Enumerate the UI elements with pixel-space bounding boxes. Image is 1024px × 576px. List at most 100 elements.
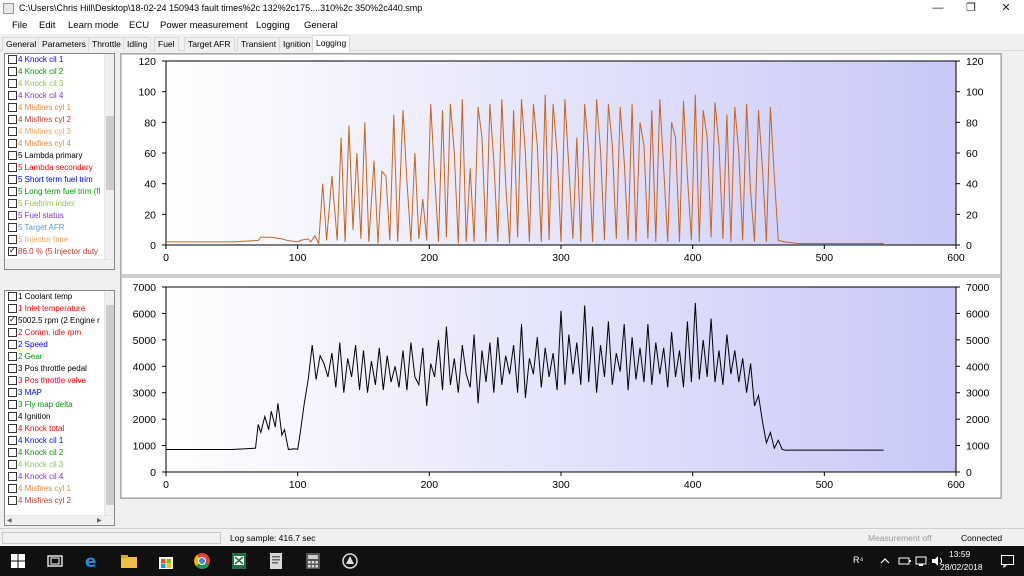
network-icon[interactable] [915,555,927,567]
channel-checkbox[interactable] [8,400,17,409]
upper-list-vscroll[interactable] [104,54,114,259]
channel-row[interactable]: 1 Coolant temp [5,291,105,303]
channel-row[interactable]: 86.0 % (5 Injector duty [5,246,105,258]
channel-checkbox[interactable] [8,115,17,124]
task-view-icon[interactable] [45,551,65,571]
upper-list-vscroll-thumb[interactable] [106,116,114,190]
channel-checkbox[interactable] [8,91,17,100]
channel-row[interactable]: 3 Pos throttle valve [5,375,105,387]
tab-general[interactable]: General [2,37,41,51]
channel-row[interactable]: 4 Knock total [5,423,105,435]
channel-checkbox[interactable] [8,79,17,88]
notifications-icon[interactable] [1000,554,1015,568]
channel-checkbox[interactable] [8,67,17,76]
channel-checkbox[interactable] [8,235,17,244]
channel-checkbox[interactable] [8,436,17,445]
channel-checkbox[interactable] [8,175,17,184]
channel-row[interactable]: 4 Knock cil 1 [5,54,105,66]
document-app-icon[interactable] [266,551,286,571]
taskbar-date[interactable]: 28/02/2018 [940,562,983,572]
channel-checkbox[interactable] [8,139,17,148]
channel-checkbox[interactable] [8,163,17,172]
channel-checkbox[interactable] [8,424,17,433]
channel-checkbox[interactable] [8,246,17,256]
channel-checkbox[interactable] [8,304,17,313]
menu-learn-mode[interactable]: Learn mode [68,20,119,31]
channel-row[interactable]: 4 Knock cil 4 [5,471,105,483]
channel-row[interactable]: 2 Gear [5,351,105,363]
tab-ignition[interactable]: Ignition [279,37,315,51]
channel-row[interactable]: 3 Fly map delta [5,399,105,411]
channel-row[interactable]: 3 Pos throttle pedal [5,363,105,375]
tab-transient[interactable]: Transient [237,37,281,51]
channel-checkbox[interactable] [8,211,17,220]
lower-list-vscroll[interactable] [104,291,114,515]
channel-checkbox[interactable] [8,364,17,373]
channel-row[interactable]: 5 Lambda primary [5,150,105,162]
tab-idling[interactable]: Idling [123,37,152,51]
channel-row[interactable]: 4 Misfires cyl 3 [5,126,105,138]
tab-logging[interactable]: Logging [312,35,351,52]
channel-row[interactable]: 1 Inlet temperature [5,303,105,315]
channel-checkbox[interactable] [8,151,17,160]
store-icon[interactable] [156,551,176,571]
channel-checkbox[interactable] [8,127,17,136]
close-button[interactable]: ✕ [991,0,1021,17]
channel-checkbox[interactable] [8,496,17,505]
channel-row[interactable]: 4 Misfires cyl 1 [5,483,105,495]
minimize-button[interactable]: — [923,0,953,17]
scroll-left-icon[interactable]: ◀ [7,517,12,525]
menu-general[interactable]: General [304,20,338,31]
channel-row[interactable]: 5 Long term fuel trim (fl [5,186,105,198]
channel-checkbox[interactable] [8,187,17,196]
channel-checkbox[interactable] [8,199,17,208]
mapping-app-icon[interactable] [340,551,360,571]
tab-parameters[interactable]: Parameters [38,37,90,51]
tray-symbol[interactable]: R⁴ [853,555,863,565]
channel-checkbox[interactable] [8,292,17,301]
lower-list-vscroll-thumb[interactable] [106,305,114,505]
channel-row[interactable]: 5 Lambda secondary [5,162,105,174]
tab-throttle[interactable]: Throttle [88,37,125,51]
channel-row[interactable]: 3 MAP [5,387,105,399]
channel-checkbox[interactable] [8,376,17,385]
calculator-icon[interactable] [303,551,323,571]
windows-start-icon[interactable] [8,551,28,571]
channel-row[interactable]: 4 Knock cil 3 [5,459,105,471]
channel-row[interactable]: 4 Misfires cyl 2 [5,114,105,126]
channel-checkbox[interactable] [8,223,17,232]
channel-row[interactable]: 4 Misfires cyl 2 [5,495,105,507]
channel-row[interactable]: 5002.5 rpm (2 Engine r [5,315,105,327]
upper-list-hscroll[interactable] [5,259,114,269]
scroll-right-icon[interactable]: ▶ [97,517,102,525]
channel-checkbox[interactable] [8,412,17,421]
channel-row[interactable]: 4 Knock cil 4 [5,90,105,102]
channel-checkbox[interactable] [8,55,17,64]
channel-checkbox[interactable] [8,103,17,112]
channel-row[interactable]: 4 Misfires cyl 4 [5,138,105,150]
menu-power-measurement[interactable]: Power measurement [160,20,248,31]
channel-row[interactable]: 4 Knock cil 1 [5,435,105,447]
taskbar-clock[interactable]: 13:59 [949,549,970,559]
channel-checkbox[interactable] [8,448,17,457]
channel-row[interactable]: 2 Comm. idle rpm [5,327,105,339]
spreadsheet-app-icon[interactable] [229,551,249,571]
channel-row[interactable]: 5 Fuel status [5,210,105,222]
menu-ecu[interactable]: ECU [129,20,149,31]
channel-checkbox[interactable] [8,352,17,361]
tray-chevron-icon[interactable] [879,556,891,566]
tab-fuel[interactable]: Fuel [154,37,179,51]
channel-checkbox[interactable] [8,472,17,481]
channel-row[interactable]: 4 Ignition [5,411,105,423]
channel-row[interactable]: 4 Knock cil 2 [5,447,105,459]
chrome-icon[interactable] [192,551,212,571]
channel-checkbox[interactable] [8,388,17,397]
channel-row[interactable]: 5 Target AFR [5,222,105,234]
channel-row[interactable]: 4 Knock cil 3 [5,78,105,90]
channel-row[interactable]: 5 Injector time [5,234,105,246]
channel-checkbox[interactable] [8,484,17,493]
channel-row[interactable]: 4 Knock cil 2 [5,66,105,78]
lower-list-hscroll[interactable]: ◀ ▶ [5,515,114,525]
channel-checkbox[interactable] [8,340,17,349]
channel-checkbox[interactable] [8,328,17,337]
